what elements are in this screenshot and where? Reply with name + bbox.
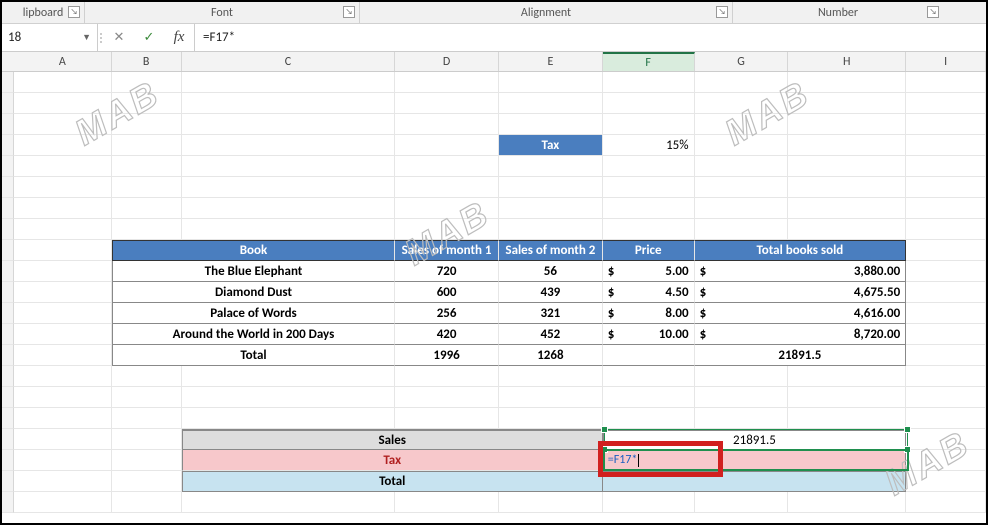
formula-bar-input[interactable]: =F17* (195, 24, 986, 51)
col-header-H[interactable]: H (788, 52, 906, 71)
ribbon-group-number: Number (733, 6, 943, 20)
col-header-G[interactable]: G (695, 52, 789, 71)
formula-bar-buttons: fx (104, 24, 195, 51)
formula-bar-text: =F17* (203, 30, 235, 45)
col-header-A[interactable]: A (14, 52, 112, 71)
ribbon-group-labels: lipboard ↘ Font ↘ Alignment ↘ Number ↘ (2, 2, 986, 24)
summary-tax-row: Tax =F17* (2, 450, 986, 471)
table-total-row: Total 1996 1268 21891.5 (2, 345, 986, 366)
th-total[interactable]: Total books sold (695, 240, 907, 261)
summary-tax-value[interactable]: =F17* (603, 450, 906, 471)
summary-sales-row: Sales 21891.5 (2, 429, 986, 450)
column-headers: A B C D E F G H I (2, 52, 986, 72)
col-header-F[interactable]: F (603, 52, 695, 71)
spreadsheet-grid[interactable]: Tax 15% Book Sales of month 1 Sales of m… (2, 72, 986, 513)
col-header-E[interactable]: E (499, 52, 603, 71)
th-price[interactable]: Price (603, 240, 695, 261)
font-dialog-launcher-icon[interactable]: ↘ (343, 6, 355, 18)
inline-formula-edit[interactable]: =F17* (608, 453, 640, 467)
enter-icon[interactable] (140, 29, 158, 47)
summary-sales-label[interactable]: Sales (182, 429, 603, 450)
table-row: Palace of Words 256 321 $8.00 $4,616.00 (2, 303, 986, 324)
cancel-icon[interactable] (110, 29, 128, 47)
summary-sales-value[interactable]: 21891.5 (603, 429, 906, 450)
alignment-dialog-launcher-icon[interactable]: ↘ (716, 6, 728, 18)
name-box-dropdown-icon[interactable]: ▼ (82, 32, 91, 43)
ribbon-group-alignment: Alignment (360, 6, 732, 20)
table-row: Diamond Dust 600 439 $4.50 $4,675.50 (2, 282, 986, 303)
insert-function-icon[interactable]: fx (170, 29, 188, 47)
name-box-value: 18 (8, 30, 78, 45)
formula-bar-row: 18 ▼ fx =F17* (2, 24, 986, 52)
th-m2[interactable]: Sales of month 2 (499, 240, 603, 261)
name-box[interactable]: 18 ▼ (2, 24, 98, 51)
ribbon-group-font: Font (85, 6, 359, 20)
col-header-C[interactable]: C (182, 52, 396, 71)
col-header-B[interactable]: B (112, 52, 182, 71)
th-book[interactable]: Book (112, 240, 395, 261)
number-dialog-launcher-icon[interactable]: ↘ (927, 6, 939, 18)
select-all-corner[interactable] (2, 52, 14, 71)
col-header-D[interactable]: D (395, 52, 499, 71)
tax-rate-cell[interactable]: 15% (603, 135, 695, 156)
summary-total-label[interactable]: Total (182, 471, 603, 492)
col-header-I[interactable]: I (906, 52, 986, 71)
th-m1[interactable]: Sales of month 1 (395, 240, 499, 261)
clipboard-dialog-launcher-icon[interactable]: ↘ (68, 6, 80, 18)
tax-label-cell[interactable]: Tax (499, 135, 603, 156)
summary-total-value[interactable] (603, 471, 906, 492)
table-row: The Blue Elephant 720 56 $5.00 $3,880.00 (2, 261, 986, 282)
summary-total-row: Total (2, 471, 986, 492)
summary-tax-label[interactable]: Tax (182, 450, 603, 471)
table-row: Around the World in 200 Days 420 452 $10… (2, 324, 986, 345)
excel-window: lipboard ↘ Font ↘ Alignment ↘ Number ↘ 1… (0, 0, 988, 525)
